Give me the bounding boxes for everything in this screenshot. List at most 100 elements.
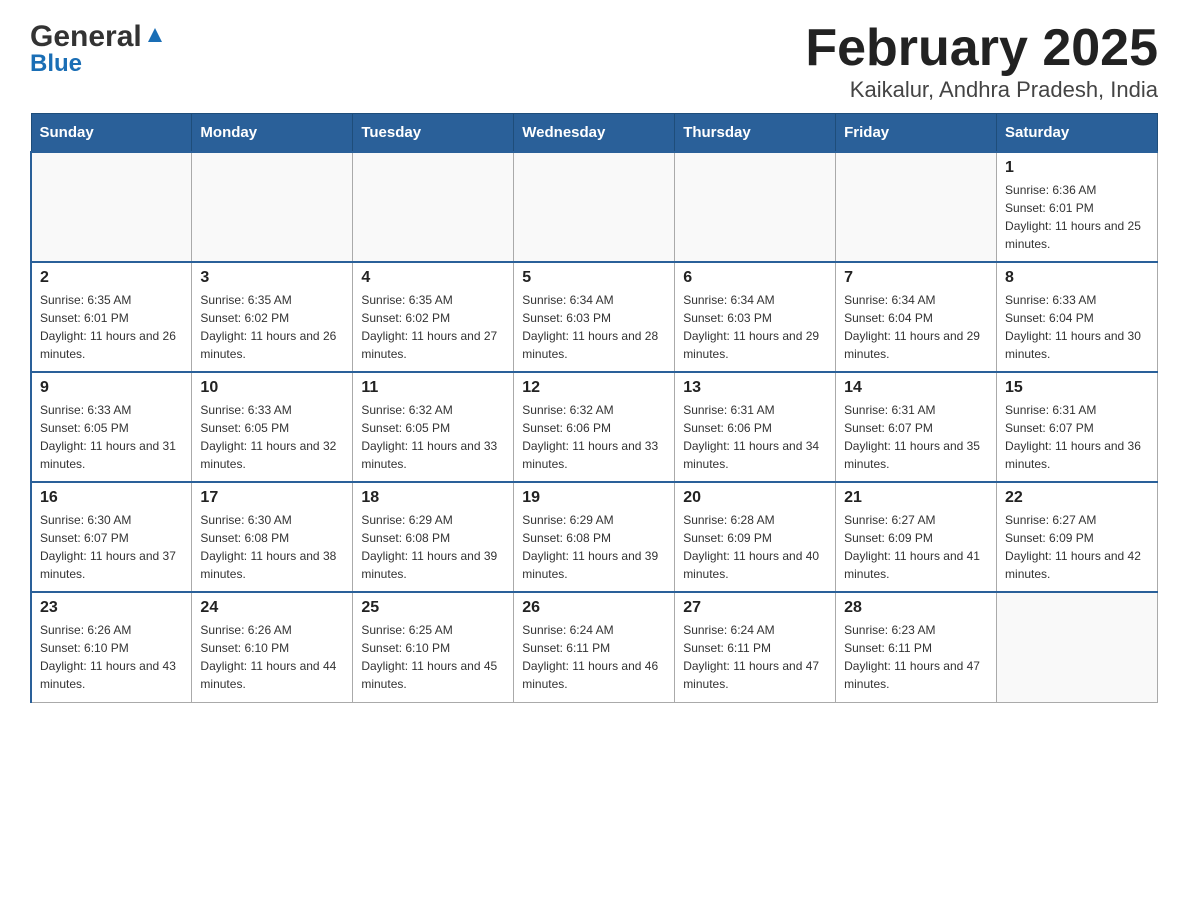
day-number: 14 bbox=[844, 379, 988, 397]
day-number: 2 bbox=[40, 269, 183, 287]
col-monday: Monday bbox=[192, 114, 353, 153]
calendar-title-area: February 2025 Kaikalur, Andhra Pradesh, … bbox=[805, 20, 1158, 103]
calendar-cell bbox=[514, 152, 675, 262]
day-number: 19 bbox=[522, 489, 666, 507]
day-info: Sunrise: 6:31 AM Sunset: 6:06 PM Dayligh… bbox=[683, 401, 827, 473]
day-info: Sunrise: 6:30 AM Sunset: 6:07 PM Dayligh… bbox=[40, 511, 183, 583]
calendar-cell: 7 Sunrise: 6:34 AM Sunset: 6:04 PM Daylig… bbox=[836, 262, 997, 372]
calendar-cell: 2 Sunrise: 6:35 AM Sunset: 6:01 PM Daylig… bbox=[31, 262, 192, 372]
day-number: 25 bbox=[361, 599, 505, 617]
day-info: Sunrise: 6:36 AM Sunset: 6:01 PM Dayligh… bbox=[1005, 181, 1149, 253]
col-friday: Friday bbox=[836, 114, 997, 153]
day-number: 7 bbox=[844, 269, 988, 287]
day-number: 24 bbox=[200, 599, 344, 617]
col-saturday: Saturday bbox=[997, 114, 1158, 153]
calendar-cell: 6 Sunrise: 6:34 AM Sunset: 6:03 PM Daylig… bbox=[675, 262, 836, 372]
calendar-cell: 14 Sunrise: 6:31 AM Sunset: 6:07 PM Dayli… bbox=[836, 372, 997, 482]
calendar-cell: 27 Sunrise: 6:24 AM Sunset: 6:11 PM Dayli… bbox=[675, 592, 836, 702]
day-number: 11 bbox=[361, 379, 505, 397]
day-number: 5 bbox=[522, 269, 666, 287]
calendar-cell: 22 Sunrise: 6:27 AM Sunset: 6:09 PM Dayli… bbox=[997, 482, 1158, 592]
day-info: Sunrise: 6:33 AM Sunset: 6:05 PM Dayligh… bbox=[200, 401, 344, 473]
day-info: Sunrise: 6:30 AM Sunset: 6:08 PM Dayligh… bbox=[200, 511, 344, 583]
day-number: 12 bbox=[522, 379, 666, 397]
logo-blue-text: Blue bbox=[30, 50, 82, 78]
calendar-cell: 17 Sunrise: 6:30 AM Sunset: 6:08 PM Dayli… bbox=[192, 482, 353, 592]
day-info: Sunrise: 6:25 AM Sunset: 6:10 PM Dayligh… bbox=[361, 621, 505, 693]
day-number: 20 bbox=[683, 489, 827, 507]
day-info: Sunrise: 6:32 AM Sunset: 6:06 PM Dayligh… bbox=[522, 401, 666, 473]
day-info: Sunrise: 6:27 AM Sunset: 6:09 PM Dayligh… bbox=[844, 511, 988, 583]
day-number: 1 bbox=[1005, 159, 1149, 177]
day-info: Sunrise: 6:33 AM Sunset: 6:04 PM Dayligh… bbox=[1005, 291, 1149, 363]
day-info: Sunrise: 6:34 AM Sunset: 6:03 PM Dayligh… bbox=[683, 291, 827, 363]
calendar-header-row: Sunday Monday Tuesday Wednesday Thursday… bbox=[31, 114, 1158, 153]
page-header: General Blue February 2025 Kaikalur, And… bbox=[30, 20, 1158, 103]
day-number: 18 bbox=[361, 489, 505, 507]
calendar-cell: 23 Sunrise: 6:26 AM Sunset: 6:10 PM Dayli… bbox=[31, 592, 192, 702]
calendar-cell: 18 Sunrise: 6:29 AM Sunset: 6:08 PM Dayli… bbox=[353, 482, 514, 592]
day-number: 23 bbox=[40, 599, 183, 617]
day-info: Sunrise: 6:26 AM Sunset: 6:10 PM Dayligh… bbox=[200, 621, 344, 693]
col-sunday: Sunday bbox=[31, 114, 192, 153]
calendar-week-row: 9 Sunrise: 6:33 AM Sunset: 6:05 PM Daylig… bbox=[31, 372, 1158, 482]
col-thursday: Thursday bbox=[675, 114, 836, 153]
calendar-cell bbox=[997, 592, 1158, 702]
day-number: 9 bbox=[40, 379, 183, 397]
calendar-cell: 1 Sunrise: 6:36 AM Sunset: 6:01 PM Daylig… bbox=[997, 152, 1158, 262]
day-number: 21 bbox=[844, 489, 988, 507]
calendar-table: Sunday Monday Tuesday Wednesday Thursday… bbox=[30, 113, 1158, 703]
calendar-cell: 13 Sunrise: 6:31 AM Sunset: 6:06 PM Dayli… bbox=[675, 372, 836, 482]
day-info: Sunrise: 6:24 AM Sunset: 6:11 PM Dayligh… bbox=[683, 621, 827, 693]
calendar-cell: 5 Sunrise: 6:34 AM Sunset: 6:03 PM Daylig… bbox=[514, 262, 675, 372]
calendar-week-row: 1 Sunrise: 6:36 AM Sunset: 6:01 PM Daylig… bbox=[31, 152, 1158, 262]
day-number: 15 bbox=[1005, 379, 1149, 397]
calendar-week-row: 23 Sunrise: 6:26 AM Sunset: 6:10 PM Dayli… bbox=[31, 592, 1158, 702]
day-info: Sunrise: 6:35 AM Sunset: 6:01 PM Dayligh… bbox=[40, 291, 183, 363]
calendar-cell: 19Sunrise: 6:29 AM Sunset: 6:08 PM Dayli… bbox=[514, 482, 675, 592]
day-number: 6 bbox=[683, 269, 827, 287]
calendar-cell: 21 Sunrise: 6:27 AM Sunset: 6:09 PM Dayli… bbox=[836, 482, 997, 592]
day-number: 27 bbox=[683, 599, 827, 617]
day-number: 3 bbox=[200, 269, 344, 287]
day-info: Sunrise: 6:24 AM Sunset: 6:11 PM Dayligh… bbox=[522, 621, 666, 693]
day-info: Sunrise: 6:27 AM Sunset: 6:09 PM Dayligh… bbox=[1005, 511, 1149, 583]
calendar-cell: 12 Sunrise: 6:32 AM Sunset: 6:06 PM Dayli… bbox=[514, 372, 675, 482]
logo-triangle-icon bbox=[144, 24, 166, 46]
calendar-cell bbox=[31, 152, 192, 262]
day-info: Sunrise: 6:34 AM Sunset: 6:03 PM Dayligh… bbox=[522, 291, 666, 363]
day-number: 10 bbox=[200, 379, 344, 397]
day-info: Sunrise: 6:35 AM Sunset: 6:02 PM Dayligh… bbox=[361, 291, 505, 363]
day-number: 17 bbox=[200, 489, 344, 507]
day-info: Sunrise: 6:34 AM Sunset: 6:04 PM Dayligh… bbox=[844, 291, 988, 363]
day-number: 26 bbox=[522, 599, 666, 617]
calendar-cell bbox=[836, 152, 997, 262]
calendar-cell: 15 Sunrise: 6:31 AM Sunset: 6:07 PM Dayli… bbox=[997, 372, 1158, 482]
day-number: 28 bbox=[844, 599, 988, 617]
calendar-week-row: 2 Sunrise: 6:35 AM Sunset: 6:01 PM Daylig… bbox=[31, 262, 1158, 372]
day-number: 4 bbox=[361, 269, 505, 287]
calendar-title: February 2025 bbox=[805, 20, 1158, 77]
calendar-cell bbox=[353, 152, 514, 262]
calendar-cell: 24 Sunrise: 6:26 AM Sunset: 6:10 PM Dayli… bbox=[192, 592, 353, 702]
day-number: 22 bbox=[1005, 489, 1149, 507]
day-info: Sunrise: 6:26 AM Sunset: 6:10 PM Dayligh… bbox=[40, 621, 183, 693]
calendar-subtitle: Kaikalur, Andhra Pradesh, India bbox=[805, 77, 1158, 103]
calendar-cell: 16 Sunrise: 6:30 AM Sunset: 6:07 PM Dayli… bbox=[31, 482, 192, 592]
day-number: 13 bbox=[683, 379, 827, 397]
day-info: Sunrise: 6:33 AM Sunset: 6:05 PM Dayligh… bbox=[40, 401, 183, 473]
day-info: Sunrise: 6:31 AM Sunset: 6:07 PM Dayligh… bbox=[844, 401, 988, 473]
calendar-cell: 3Sunrise: 6:35 AM Sunset: 6:02 PM Daylig… bbox=[192, 262, 353, 372]
day-number: 16 bbox=[40, 489, 183, 507]
calendar-cell: 8 Sunrise: 6:33 AM Sunset: 6:04 PM Daylig… bbox=[997, 262, 1158, 372]
calendar-cell bbox=[675, 152, 836, 262]
calendar-week-row: 16 Sunrise: 6:30 AM Sunset: 6:07 PM Dayli… bbox=[31, 482, 1158, 592]
calendar-cell: 28 Sunrise: 6:23 AM Sunset: 6:11 PM Dayli… bbox=[836, 592, 997, 702]
day-info: Sunrise: 6:23 AM Sunset: 6:11 PM Dayligh… bbox=[844, 621, 988, 693]
day-info: Sunrise: 6:29 AM Sunset: 6:08 PM Dayligh… bbox=[361, 511, 505, 583]
day-info: Sunrise: 6:31 AM Sunset: 6:07 PM Dayligh… bbox=[1005, 401, 1149, 473]
day-number: 8 bbox=[1005, 269, 1149, 287]
calendar-cell: 20Sunrise: 6:28 AM Sunset: 6:09 PM Dayli… bbox=[675, 482, 836, 592]
calendar-cell: 25 Sunrise: 6:25 AM Sunset: 6:10 PM Dayli… bbox=[353, 592, 514, 702]
col-wednesday: Wednesday bbox=[514, 114, 675, 153]
